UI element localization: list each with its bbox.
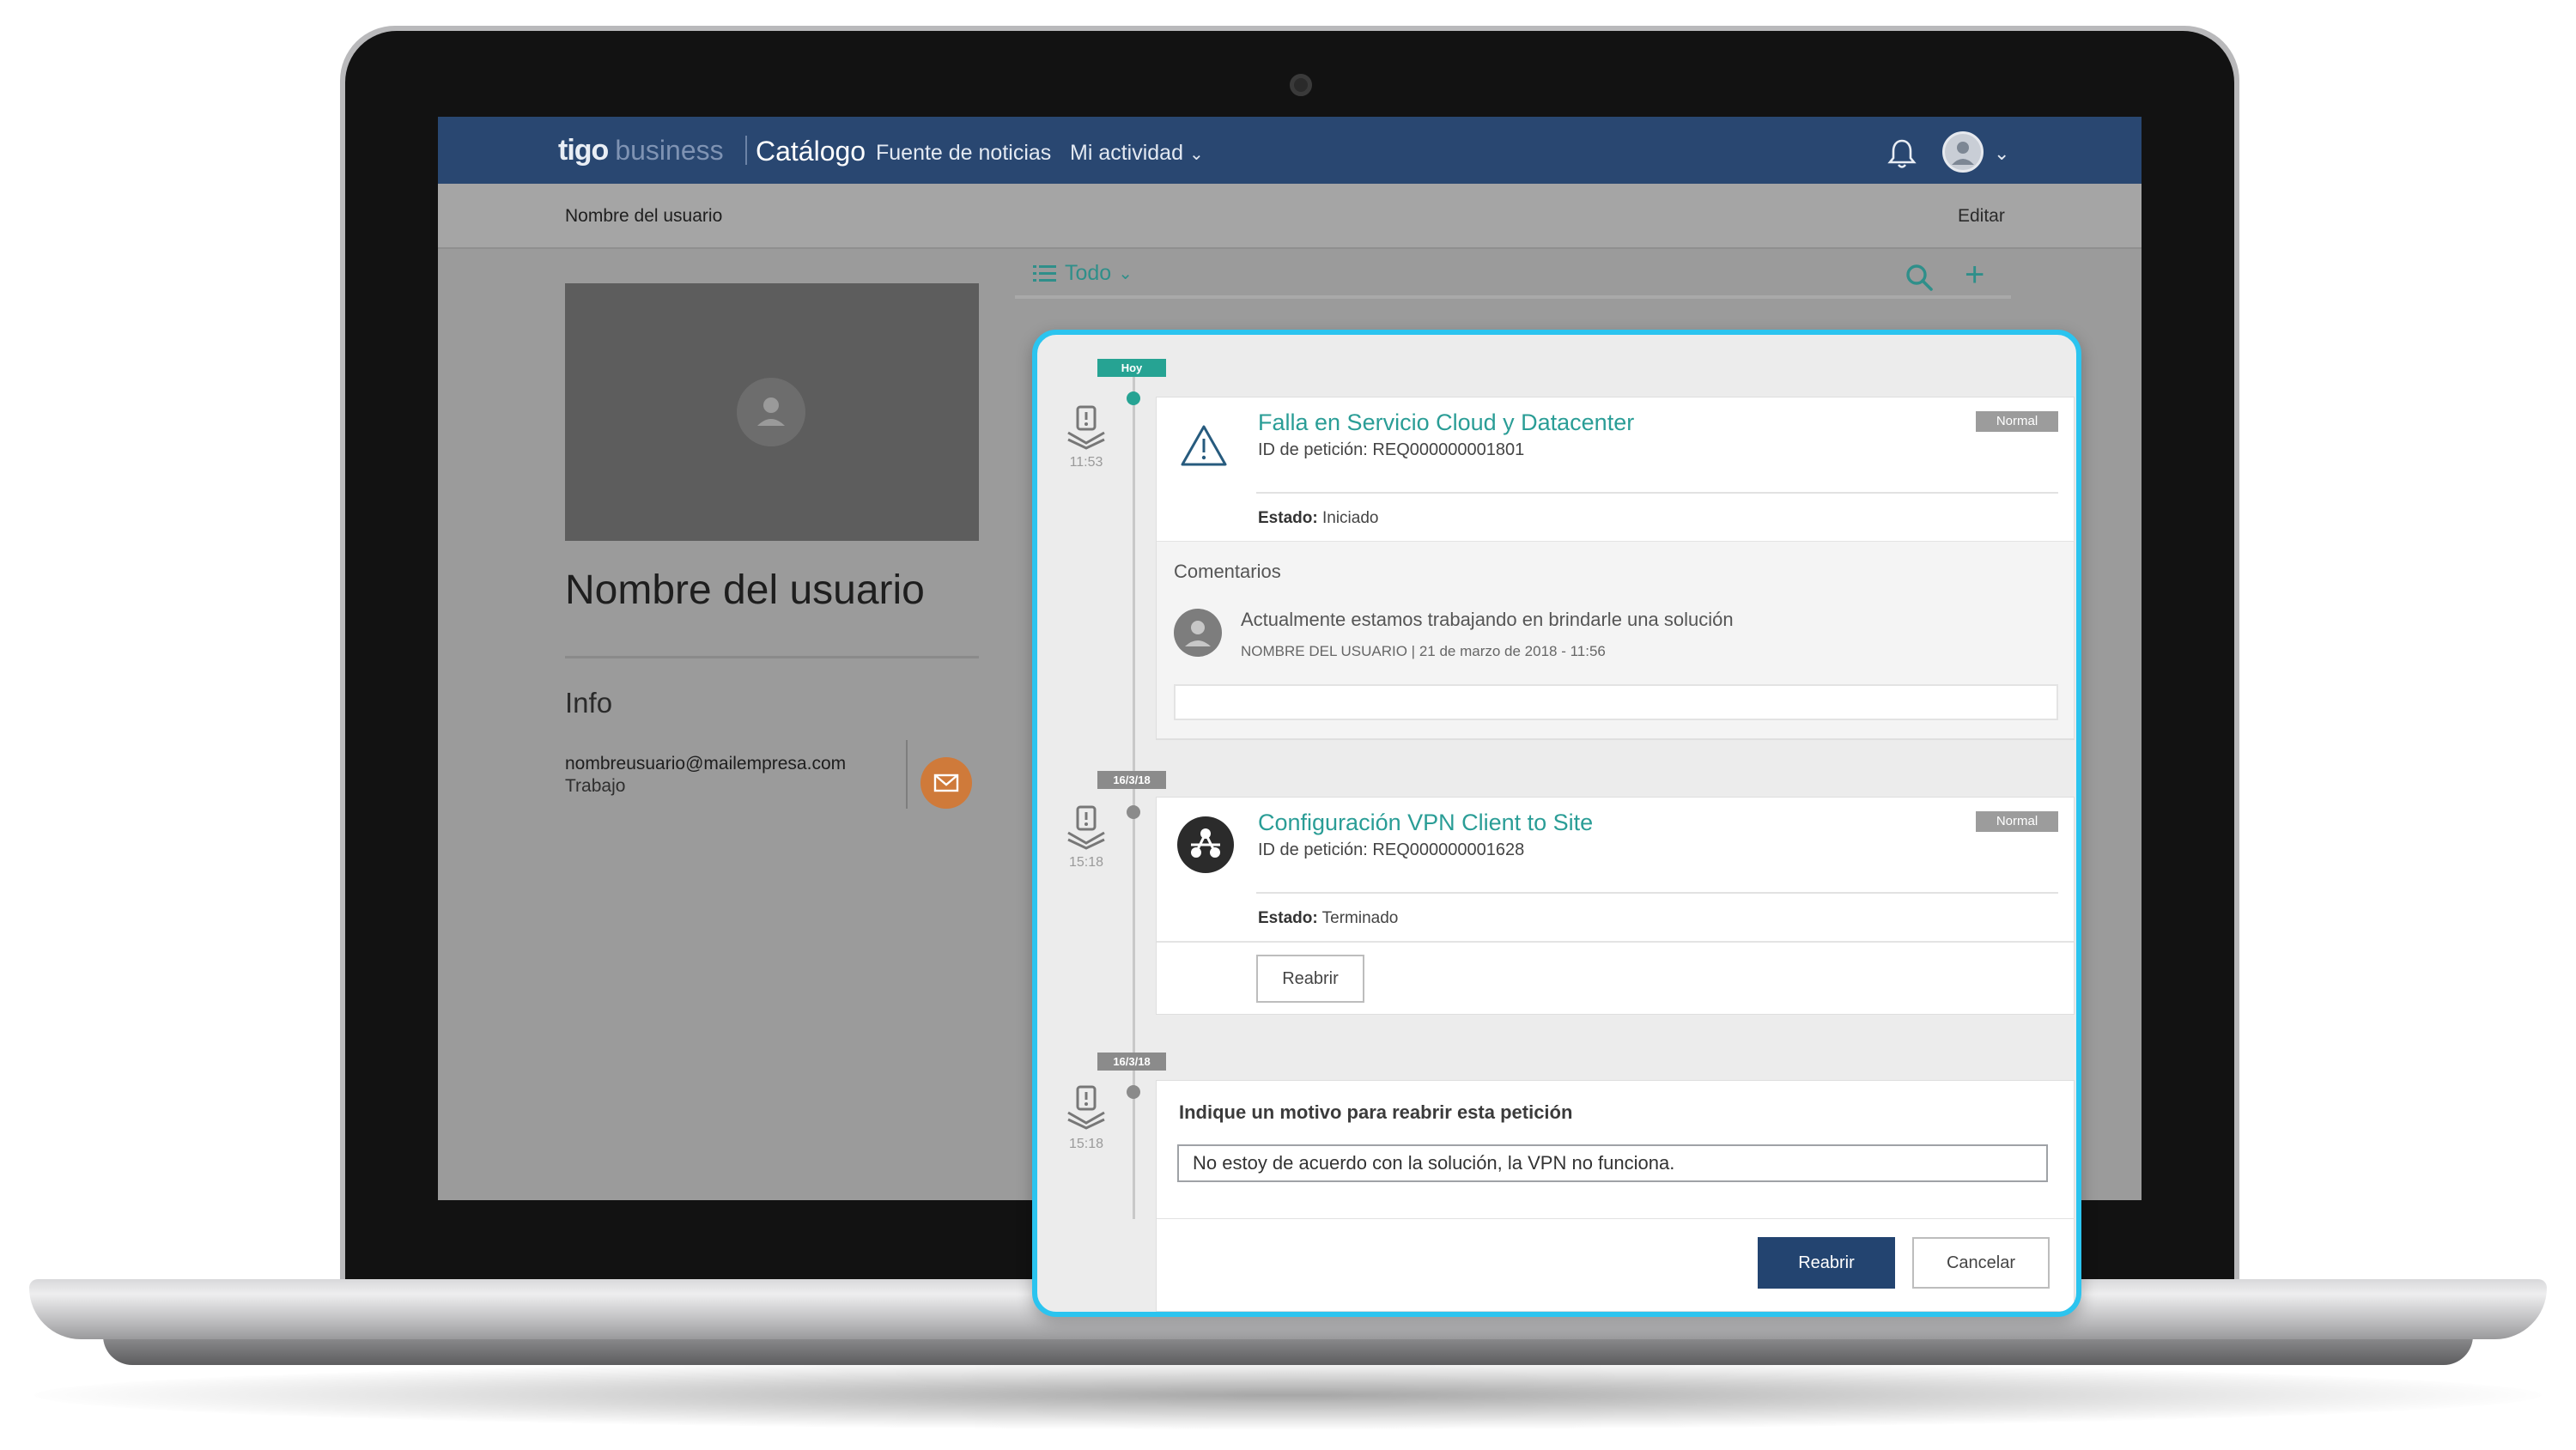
comment-input[interactable] (1174, 684, 2058, 720)
feed-toolbar: Todo ⌄ + (1015, 249, 2011, 299)
request-type-icon (1067, 1085, 1105, 1130)
filter-dropdown[interactable]: Todo ⌄ (1032, 261, 1133, 286)
reopen-reason-input[interactable]: No estoy de acuerdo con la solución, la … (1177, 1144, 2048, 1182)
request-card: Configuración VPN Client to Site ID de p… (1156, 797, 2075, 1015)
nav-news-feed[interactable]: Fuente de noticias (876, 141, 1051, 166)
warning-icon (1181, 425, 1227, 466)
confirm-reopen-button[interactable]: Reabrir (1758, 1237, 1895, 1289)
profile-photo (565, 283, 979, 541)
activity-panel: Hoy 11:53 Falla en Servicio Cloud y Data… (1032, 330, 2081, 1317)
edit-link[interactable]: Editar (1958, 206, 2005, 227)
avatar (1174, 609, 1222, 657)
comments-section: Comentarios Actualmente estamos trabajan… (1157, 542, 2074, 739)
chevron-down-icon: ⌄ (1118, 264, 1133, 283)
status-label: Estado: (1258, 509, 1318, 527)
top-navigation-bar: tigo business Catálogo Fuente de noticia… (438, 117, 2142, 184)
list-icon (1033, 264, 1056, 282)
nav-my-activity[interactable]: Mi actividad ⌄ (1070, 141, 1204, 166)
filter-label: Todo (1065, 261, 1112, 285)
laptop-shadow (34, 1361, 2542, 1429)
network-icon (1177, 816, 1234, 873)
profile-subbar: Nombre del usuario Editar (438, 184, 2142, 249)
reopen-button[interactable]: Reabrir (1256, 955, 1364, 1003)
reopen-form: Indique un motivo para reabrir esta peti… (1156, 1080, 2075, 1312)
brand-logo[interactable]: tigo business (558, 134, 724, 168)
chevron-down-icon[interactable]: ⌄ (1994, 143, 2009, 165)
timeline-date-tag: 16/3/18 (1097, 1053, 1166, 1071)
subbar-user-name: Nombre del usuario (565, 206, 723, 226)
nav-catalog-link[interactable]: Catálogo (756, 136, 866, 167)
timeline-dot (1127, 391, 1140, 405)
divider (565, 656, 979, 658)
timeline-date-tag: 16/3/18 (1097, 771, 1166, 789)
comments-heading: Comentarios (1174, 561, 1281, 582)
status-value: Iniciado (1321, 509, 1379, 527)
timeline-date-tag: Hoy (1097, 359, 1166, 377)
request-type-icon (1067, 805, 1105, 850)
request-card: Falla en Servicio Cloud y Datacenter ID … (1156, 397, 2075, 740)
avatar[interactable] (1942, 131, 1984, 173)
timeline-dot (1127, 805, 1140, 819)
camera-icon (1290, 74, 1312, 96)
priority-badge: Normal (1976, 811, 2058, 832)
nav-my-activity-label: Mi actividad (1070, 141, 1183, 165)
email-text: nombreusuario@mailempresa.com (565, 754, 847, 774)
status-value: Terminado (1321, 909, 1399, 927)
divider (1157, 1218, 2074, 1219)
request-title[interactable]: Configuración VPN Client to Site (1258, 810, 1593, 836)
timeline-dot (1127, 1085, 1140, 1099)
info-heading: Info (565, 687, 613, 719)
comment-text: Actualmente estamos trabajando en brinda… (1241, 609, 1734, 630)
timeline-time: 15:18 (1068, 1137, 1104, 1151)
timeline-time: 15:18 (1068, 855, 1104, 870)
user-icon (737, 378, 805, 446)
reopen-form-title: Indique un motivo para reabrir esta peti… (1179, 1101, 1573, 1123)
send-email-button[interactable] (920, 757, 972, 809)
profile-name: Nombre del usuario (565, 567, 925, 613)
comment-meta: NOMBRE DEL USUARIO | 21 de marzo de 2018… (1241, 643, 1606, 659)
timeline-time: 11:53 (1069, 455, 1103, 470)
divider (1256, 892, 2058, 894)
priority-badge: Normal (1976, 411, 2058, 432)
chevron-down-icon: ⌄ (1188, 145, 1204, 164)
logo-primary: tigo (558, 134, 609, 167)
add-icon[interactable]: + (1965, 256, 1984, 294)
request-type-icon (1067, 405, 1105, 450)
request-status: Estado: Iniciado (1258, 509, 1378, 528)
mail-icon (933, 774, 959, 792)
request-id: ID de petición: REQ000000001628 (1258, 840, 1525, 859)
request-title[interactable]: Falla en Servicio Cloud y Datacenter (1258, 410, 1634, 436)
status-label: Estado: (1258, 909, 1318, 927)
request-card-header: Configuración VPN Client to Site ID de p… (1157, 798, 2074, 942)
request-status: Estado: Terminado (1258, 909, 1398, 928)
cancel-button[interactable]: Cancelar (1912, 1237, 2050, 1289)
nav-divider (745, 136, 747, 165)
divider (1256, 492, 2058, 494)
request-card-header: Falla en Servicio Cloud y Datacenter ID … (1157, 397, 2074, 542)
request-id: ID de petición: REQ000000001801 (1258, 440, 1525, 459)
search-icon[interactable] (1905, 263, 1934, 292)
request-card-footer: Reabrir (1157, 942, 2074, 1014)
bell-icon[interactable] (1887, 137, 1917, 170)
logo-secondary: business (615, 135, 724, 166)
user-icon (1185, 621, 1211, 646)
user-icon (1952, 142, 1974, 165)
email-type: Trabajo (565, 776, 626, 796)
laptop-base-bottom (103, 1336, 2473, 1365)
divider (906, 740, 908, 809)
